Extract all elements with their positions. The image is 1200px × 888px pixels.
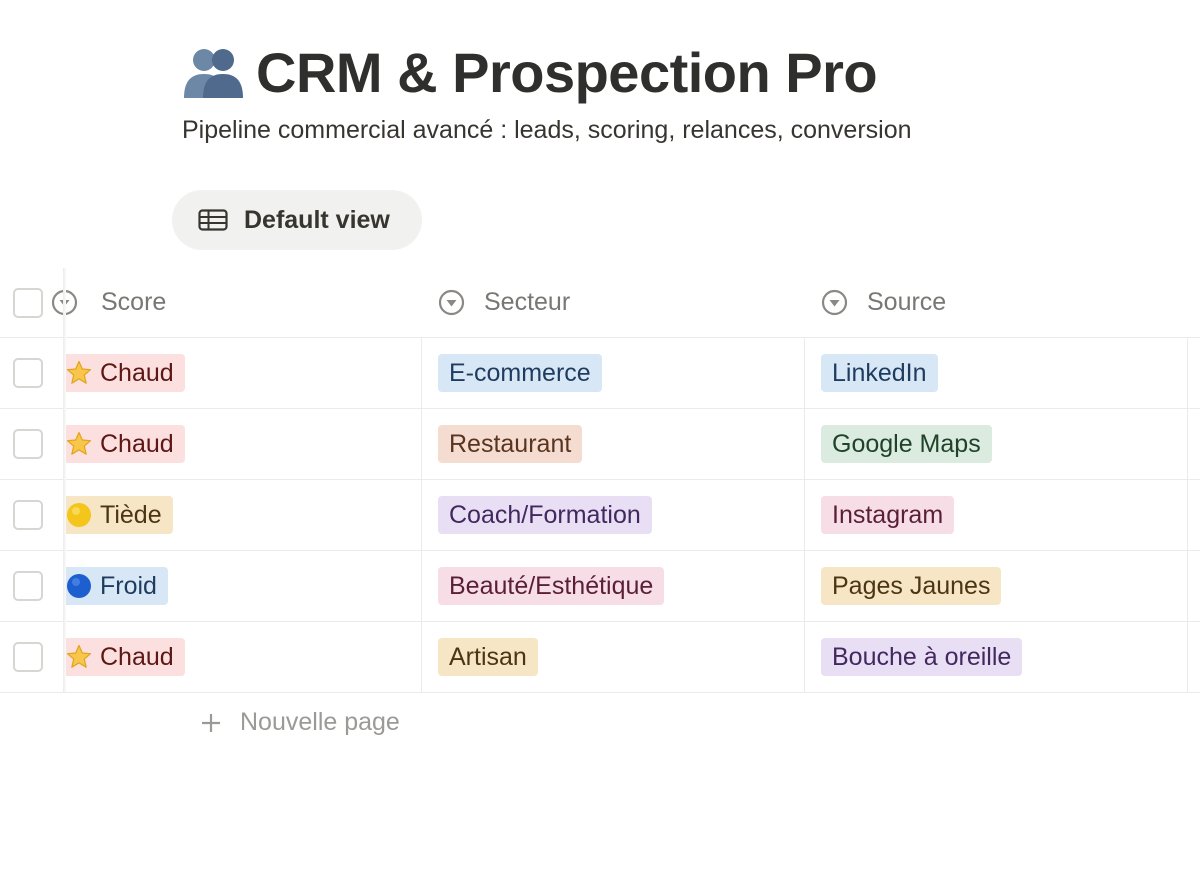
tag-label: Froid [100,571,157,600]
tag-label: Bouche à oreille [832,642,1012,671]
cell-secteur[interactable]: Artisan [421,622,803,692]
table-header-row: Score Secteur Source [0,268,1200,338]
tag-label: Artisan [449,642,527,671]
table-row[interactable]: Chaud Artisan Bouche à oreille [0,622,1200,693]
cell-overflow [1187,338,1200,408]
cell-source[interactable]: Google Maps [804,409,1186,479]
star-icon [66,360,92,384]
tag-label: Instagram [832,500,944,529]
row-checkbox[interactable] [13,358,43,388]
star-icon [66,644,92,668]
table-row[interactable]: Chaud Restaurant Google Maps [0,409,1200,480]
page-title[interactable]: CRM & Prospection Pro [256,40,878,105]
select-icon [821,289,848,316]
secteur-tag: Restaurant [438,425,583,463]
cell-source[interactable]: Bouche à oreille [804,622,1186,692]
page-header: CRM & Prospection Pro Pipeline commercia… [182,38,912,145]
cell-secteur[interactable]: Restaurant [421,409,803,479]
cell-secteur[interactable]: Beauté/Esthétique [421,551,803,621]
cell-score[interactable]: Froid [64,551,420,621]
cell-overflow [1187,409,1200,479]
page-description[interactable]: Pipeline commercial avancé : leads, scor… [182,116,912,145]
table-row[interactable]: Tiède Coach/Formation Instagram [0,480,1200,551]
yellow-circle-icon [67,503,91,527]
row-checkbox[interactable] [13,571,43,601]
tag-label: Restaurant [449,429,572,458]
column-header-source[interactable]: Source [804,268,1186,337]
tag-label: Google Maps [832,429,981,458]
database-table: Score Secteur Source Chaud E-commerce Li… [0,268,1200,693]
blue-circle-icon [67,574,91,598]
cell-source[interactable]: Pages Jaunes [804,551,1186,621]
select-icon [438,289,465,316]
tag-label: Pages Jaunes [832,571,991,600]
cell-source[interactable]: Instagram [804,480,1186,550]
column-label: Source [867,288,947,316]
cell-score[interactable]: Chaud [64,338,420,408]
source-tag: Instagram [821,496,955,534]
tag-label: Tiède [100,500,162,529]
cell-overflow [1187,551,1200,621]
tag-label: Coach/Formation [449,500,641,529]
column-header-score[interactable]: Score [51,268,420,337]
row-checkbox[interactable] [13,500,43,530]
cell-secteur[interactable]: E-commerce [421,338,803,408]
secteur-tag: Artisan [438,638,538,676]
cell-source[interactable]: LinkedIn [804,338,1186,408]
source-tag: Pages Jaunes [821,567,1002,605]
default-view-tab[interactable]: Default view [172,190,422,250]
column-label: Score [101,288,167,316]
tag-label: Beauté/Esthétique [449,571,654,600]
score-tag: Chaud [64,425,185,463]
busts-in-silhouette-icon[interactable] [182,44,244,100]
plus-icon [202,713,220,732]
table-row[interactable]: Chaud E-commerce LinkedIn [0,338,1200,409]
tag-label: Chaud [100,642,174,671]
column-label: Secteur [484,288,571,316]
database-page: CRM & Prospection Pro Pipeline commercia… [0,0,1200,888]
tag-label: LinkedIn [832,358,927,387]
new-page-label: Nouvelle page [240,708,400,736]
tag-label: E-commerce [449,358,591,387]
secteur-tag: Coach/Formation [438,496,652,534]
cell-score[interactable]: Chaud [64,622,420,692]
secteur-tag: E-commerce [438,354,602,392]
secteur-tag: Beauté/Esthétique [438,567,665,605]
cell-overflow [1187,622,1200,692]
score-tag: Tiède [64,496,173,534]
view-label: Default view [244,205,390,234]
tag-label: Chaud [100,429,174,458]
star-icon [66,431,92,455]
tag-label: Chaud [100,358,174,387]
score-tag: Froid [64,567,168,605]
score-tag: Chaud [64,354,185,392]
cell-overflow [1187,480,1200,550]
source-tag: Google Maps [821,425,992,463]
row-checkbox[interactable] [13,642,43,672]
source-tag: Bouche à oreille [821,638,1023,676]
frozen-column-edge [63,268,66,692]
cell-score[interactable]: Tiède [64,480,420,550]
select-all-checkbox[interactable] [13,287,43,318]
source-tag: LinkedIn [821,354,938,392]
title-row: CRM & Prospection Pro [182,38,912,106]
new-page-button[interactable]: Nouvelle page [200,708,400,737]
cell-secteur[interactable]: Coach/Formation [421,480,803,550]
table-icon [198,209,228,231]
table-row[interactable]: Froid Beauté/Esthétique Pages Jaunes [0,551,1200,622]
cell-score[interactable]: Chaud [64,409,420,479]
column-header-secteur[interactable]: Secteur [421,268,803,337]
score-tag: Chaud [64,638,185,676]
row-checkbox[interactable] [13,429,43,459]
